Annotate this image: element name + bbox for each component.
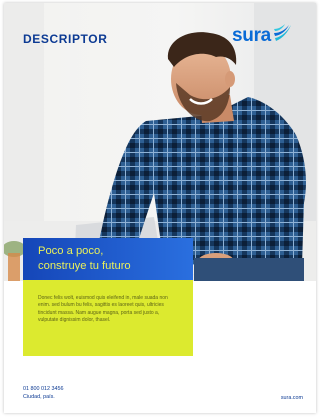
contact-info: 01 800 012 3456 Ciudad, país. — [23, 385, 63, 401]
contact-location: Ciudad, país. — [23, 394, 55, 400]
tagline-line-2: construye tu futuro — [38, 260, 131, 272]
body-paragraph: Donec felis wolt, euismod quis eleifend … — [38, 295, 168, 324]
sura-logo: sura — [232, 23, 293, 48]
document-page: DESCRIPTOR sura Poco a poco, construye t… — [4, 3, 316, 413]
document-title: DESCRIPTOR — [23, 32, 108, 46]
website-link[interactable]: sura.com — [281, 395, 303, 401]
body-text-panel: Donec felis wolt, euismod quis eleifend … — [23, 280, 193, 356]
tagline-line-1: Poco a poco, — [38, 245, 104, 257]
tagline-banner: Poco a poco, construye tu futuro — [23, 238, 193, 280]
logo-text: sura — [232, 24, 271, 46]
contact-phone: 01 800 012 3456 — [23, 386, 64, 392]
sura-wing-logo-icon — [273, 23, 293, 48]
